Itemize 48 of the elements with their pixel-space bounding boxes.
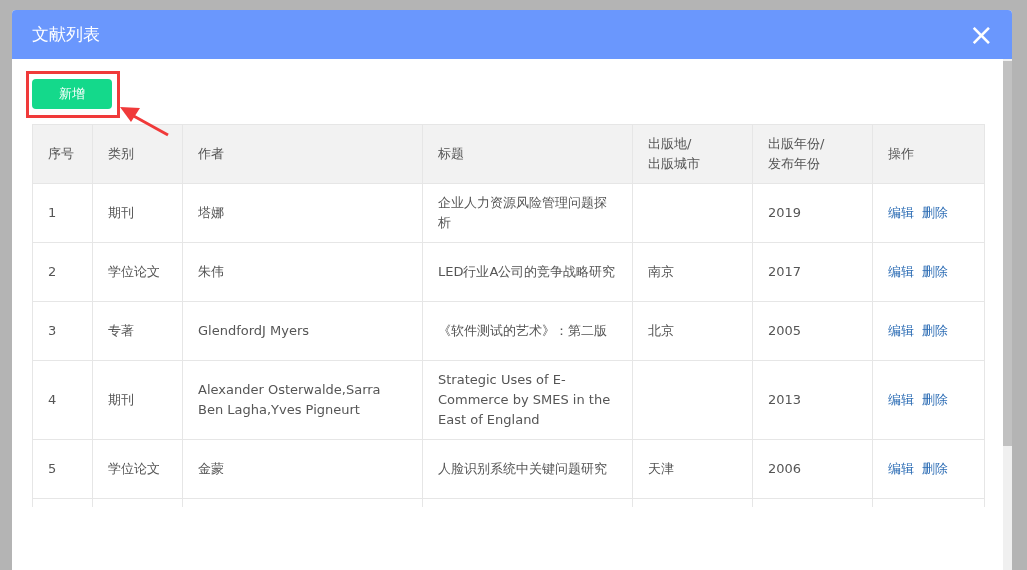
table-cell: 北京 [632, 301, 753, 361]
delete-link[interactable]: 删除 [922, 264, 948, 279]
table-cell: 专著 [92, 301, 183, 361]
table-cell: GlendfordJ Myers [182, 301, 423, 361]
table-cell: 2017 [752, 242, 873, 302]
pointer-arrow [120, 107, 169, 137]
table-cell: 天津 [632, 439, 753, 499]
column-header: 标题 [422, 124, 633, 184]
table-cell: 朱伟 [182, 242, 423, 302]
table-cell: 南京 [632, 242, 753, 302]
dialog-title: 文献列表 [32, 23, 100, 46]
column-header: 出版年份/ 发布年份 [752, 124, 873, 184]
table-cell: 金蒙 [182, 439, 423, 499]
table-cell: 2019 [752, 183, 873, 243]
table-cell: 学位论文 [92, 242, 183, 302]
edit-link[interactable]: 编辑 [888, 392, 914, 407]
table-cell: 期刊 [92, 360, 183, 440]
delete-link[interactable]: 删除 [922, 323, 948, 338]
edit-link[interactable]: 编辑 [888, 461, 914, 476]
table-cell: 2 [32, 242, 93, 302]
table-cell: 学位论文 [92, 439, 183, 499]
column-header: 出版地/ 出版城市 [632, 124, 753, 184]
column-header: 序号 [32, 124, 93, 184]
table-cell: 《软件测试的艺术》：第二版 [422, 301, 633, 361]
table-cell: 1 [32, 183, 93, 243]
edit-link[interactable]: 编辑 [888, 205, 914, 220]
table-cell: LED行业A公司的竞争战略研究 [422, 242, 633, 302]
delete-link[interactable]: 删除 [922, 461, 948, 476]
table-cell: 4 [32, 360, 93, 440]
table-cell: Alexander Osterwalde,Sarra Ben Lagha,Yves Pigneurt [182, 360, 423, 440]
table-cell: 5 [32, 439, 93, 499]
delete-link[interactable]: 删除 [922, 205, 948, 220]
table-cell: 期刊 [92, 183, 183, 243]
table-cell: Strategic Uses of E-Commerce by SMES in the East of England [422, 360, 633, 440]
edit-link[interactable]: 编辑 [888, 323, 914, 338]
column-header: 类别 [92, 124, 183, 184]
table-cell: 企业人力资源风险管理问题探析 [422, 183, 633, 243]
table-cell: 人脸识别系统中关键问题研究 [422, 439, 633, 499]
table-cell: 2006 [752, 439, 873, 499]
table-cell: 2013 [752, 360, 873, 440]
column-header: 作者 [182, 124, 423, 184]
delete-link[interactable]: 删除 [922, 392, 948, 407]
table-cell: 2005 [752, 301, 873, 361]
table-cell: 3 [32, 301, 93, 361]
scrollbar[interactable] [1003, 59, 1012, 570]
column-header: 操作 [872, 124, 985, 184]
edit-link[interactable]: 编辑 [888, 264, 914, 279]
table-cell: 塔娜 [182, 183, 423, 243]
